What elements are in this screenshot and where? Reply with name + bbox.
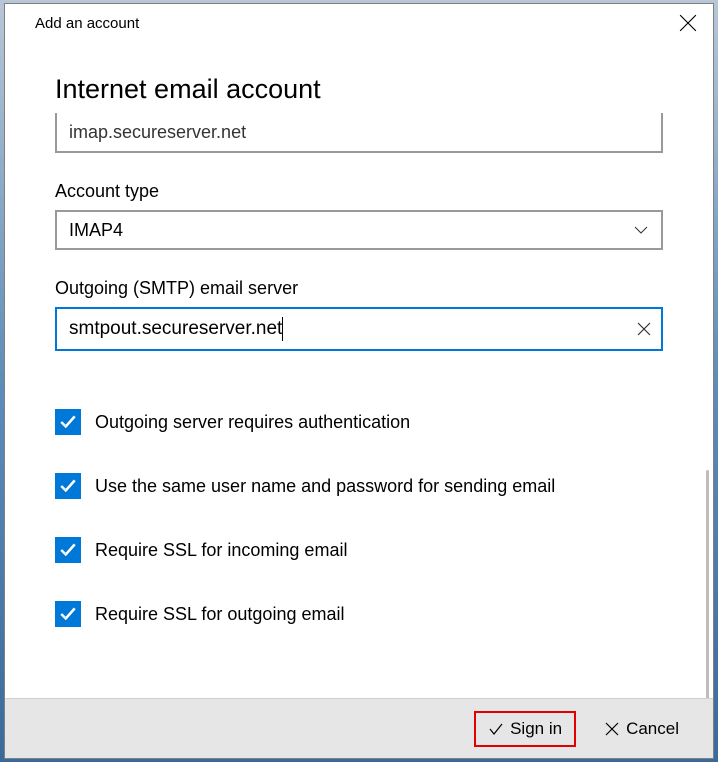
checkbox-row-ssl-out[interactable]: Require SSL for outgoing email [55,601,663,627]
incoming-server-input[interactable]: imap.secureserver.net [55,113,663,153]
outgoing-server-label: Outgoing (SMTP) email server [55,278,663,299]
sign-in-label: Sign in [510,719,562,739]
checkbox-row-ssl-in[interactable]: Require SSL for incoming email [55,537,663,563]
checkbox-ssl-out-label: Require SSL for outgoing email [95,604,344,625]
checkbox-same[interactable] [55,473,81,499]
outgoing-server-input[interactable]: smtpout.secureserver.net [55,307,663,351]
dialog-footer: Sign in Cancel [5,698,713,758]
checkmark-icon [488,721,504,737]
dialog-title: Add an account [35,15,139,32]
close-icon [604,721,620,737]
checkbox-ssl-out[interactable] [55,601,81,627]
checkbox-ssl-in-label: Require SSL for incoming email [95,540,347,561]
checkbox-row-auth[interactable]: Outgoing server requires authentication [55,409,663,435]
account-type-select[interactable]: IMAP4 [55,210,663,250]
checkbox-same-label: Use the same user name and password for … [95,476,555,497]
clear-input-icon[interactable] [637,322,651,336]
checkbox-auth[interactable] [55,409,81,435]
chevron-down-icon [633,222,649,238]
dialog-content: Internet email account imap.secureserver… [5,40,713,698]
incoming-server-value: imap.secureserver.net [69,122,246,143]
add-account-dialog: Add an account Internet email account im… [4,3,714,759]
checkmark-icon [59,541,77,559]
titlebar: Add an account [5,4,713,40]
cancel-button[interactable]: Cancel [592,713,691,745]
text-caret [282,317,283,341]
checkmark-icon [59,605,77,623]
checkmark-icon [59,413,77,431]
sign-in-button[interactable]: Sign in [474,711,576,747]
checkbox-auth-label: Outgoing server requires authentication [95,412,410,433]
checkmark-icon [59,477,77,495]
account-type-value: IMAP4 [69,220,123,241]
close-icon[interactable] [679,14,697,32]
scrollbar[interactable] [706,470,709,698]
account-type-label: Account type [55,181,663,202]
checkbox-row-same[interactable]: Use the same user name and password for … [55,473,663,499]
outgoing-server-value: smtpout.secureserver.net [69,318,282,340]
page-heading: Internet email account [55,74,663,105]
cancel-label: Cancel [626,719,679,739]
checkbox-ssl-in[interactable] [55,537,81,563]
